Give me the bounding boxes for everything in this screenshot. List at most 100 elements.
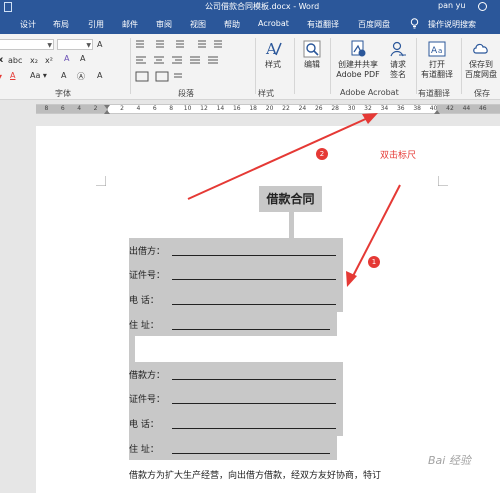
- tab-acrobat[interactable]: Acrobat: [258, 19, 289, 28]
- selection-connector: [129, 336, 135, 362]
- enclose-char-icon[interactable]: Ⓐ: [77, 71, 85, 82]
- user-name[interactable]: pan yu: [438, 1, 465, 10]
- selection-connector: [289, 212, 294, 238]
- step-badge-2: 2: [316, 148, 328, 160]
- ruler-number: 34: [380, 105, 389, 112]
- lender-selection-tail: [129, 312, 337, 336]
- crop-mark-right: [438, 176, 448, 186]
- clear-format-icon[interactable]: A: [80, 54, 85, 63]
- account-icon[interactable]: [478, 2, 487, 11]
- create-share-pdf-button[interactable]: 创建并共享 Adobe PDF: [333, 40, 383, 80]
- ribbon-tab-bar: 设计 布局 引用 邮件 审阅 视图 帮助 Acrobat 有道翻译 百度网盘 操…: [0, 14, 500, 34]
- ruler-number: 8: [44, 105, 49, 112]
- title-bar: 公司借款合同模板.docx - Word pan yu: [0, 0, 500, 14]
- tab-help[interactable]: 帮助: [224, 19, 240, 30]
- lender-phone-label[interactable]: 电 话：: [129, 293, 159, 307]
- ruler-strip[interactable]: 8 6 4 2 2 4 6 8 10 12 14 16 18 20 22 24 26 28 30 32 34 36 38 40…: [36, 104, 500, 114]
- horizontal-ruler[interactable]: 8 6 4 2 2 4 6 8 10 12 14 16 18 20 22 24 26 28 30 32 34 36 38 40…: [0, 100, 500, 120]
- lender-address-label[interactable]: 住 址：: [129, 318, 159, 332]
- styles-button-label: 样式: [265, 60, 281, 69]
- request-signature-button[interactable]: 请求 签名: [385, 40, 411, 80]
- ruler-number: 2: [120, 105, 124, 112]
- tab-layout[interactable]: 布局: [53, 19, 69, 30]
- field-underline: [172, 453, 330, 454]
- word-window: 公司借款合同模板.docx - Word pan yu 设计 布局 引用 邮件 …: [0, 0, 500, 493]
- highlight-icon[interactable]: ▾: [0, 72, 2, 81]
- separator: [330, 38, 331, 94]
- borrower-selection-tail: [129, 436, 337, 460]
- lender-field-label[interactable]: 出借方：: [129, 244, 165, 258]
- ruler-number: 24: [298, 105, 307, 112]
- borrower-field-label[interactable]: 借款方：: [129, 368, 165, 382]
- tab-review[interactable]: 审阅: [156, 19, 172, 30]
- ruler-number: 36: [396, 105, 405, 112]
- superscript-icon[interactable]: x²: [45, 56, 53, 65]
- save-to-baidu-button[interactable]: 保存到 百度网盘: [463, 40, 499, 80]
- tab-youdao[interactable]: 有道翻译: [307, 19, 339, 30]
- styles-button[interactable]: A 样式: [260, 40, 286, 70]
- field-underline: [172, 255, 336, 256]
- ruler-number: 28: [331, 105, 339, 112]
- borrower-address-label[interactable]: 住 址：: [129, 442, 159, 456]
- field-underline: [172, 428, 336, 429]
- ruler-number: 14: [216, 105, 225, 112]
- left-indent-marker[interactable]: [104, 110, 110, 114]
- ruler-number: 16: [232, 105, 241, 112]
- create-share-label-1: 创建并共享: [338, 60, 378, 69]
- acrobat-group-label: Adobe Acrobat: [340, 88, 399, 97]
- field-underline: [172, 329, 330, 330]
- ruler-number: 4: [136, 105, 141, 112]
- pdf-share-icon: [351, 40, 366, 57]
- tab-mailings[interactable]: 邮件: [122, 19, 138, 30]
- lender-id-label[interactable]: 证件号：: [129, 268, 165, 282]
- crop-mark-left: [96, 176, 106, 186]
- first-line-indent-marker[interactable]: [104, 105, 110, 109]
- borrower-id-label[interactable]: 证件号：: [129, 392, 165, 406]
- signature-icon: [390, 41, 406, 57]
- tab-design[interactable]: 设计: [20, 19, 36, 30]
- ruler-number: 12: [200, 105, 208, 112]
- text-effects-icon[interactable]: A: [64, 54, 69, 63]
- bold-icon[interactable]: x: [0, 55, 3, 64]
- tell-me-search[interactable]: 操作说明搜索: [428, 19, 476, 30]
- underline-icon[interactable]: abc: [8, 56, 22, 65]
- field-underline: [172, 304, 336, 305]
- tab-references[interactable]: 引用: [88, 19, 104, 30]
- ruler-number: 26: [314, 105, 323, 112]
- borrower-phone-label[interactable]: 电 话：: [129, 417, 159, 431]
- ruler-number: 32: [364, 105, 372, 112]
- ruler-number: 20: [265, 105, 274, 112]
- field-underline: [172, 379, 336, 380]
- annotation-label: 双击标尺: [380, 151, 417, 161]
- save-baidu-label-2: 百度网盘: [465, 70, 497, 79]
- ruler-number: 22: [282, 105, 290, 112]
- separator: [130, 38, 131, 94]
- svg-text:a: a: [438, 47, 442, 55]
- font-group-label: 字体: [55, 89, 71, 98]
- ribbon: ▼ ▼ A x abc x₂ x² A A ▾ A Aa ▾ A Ⓐ A 字体: [0, 34, 500, 100]
- char-shading-icon[interactable]: A: [61, 71, 66, 80]
- separator: [255, 38, 256, 94]
- ruler-number: 10: [183, 105, 192, 112]
- document-icon[interactable]: [4, 2, 12, 12]
- font-name-dropdown[interactable]: ▼: [0, 39, 54, 50]
- phonetic-icon[interactable]: A: [97, 71, 102, 80]
- contract-title[interactable]: 借款合同: [259, 186, 322, 212]
- edit-button[interactable]: 编辑: [300, 40, 324, 70]
- tab-baidu[interactable]: 百度网盘: [358, 19, 390, 30]
- watermark: Bai 经验: [428, 454, 471, 467]
- font-size-dropdown[interactable]: ▼: [57, 39, 93, 50]
- open-youdao-button[interactable]: A a 打开 有道翻译: [418, 40, 456, 80]
- right-indent-marker[interactable]: [434, 110, 440, 114]
- ruler-number: 42: [446, 105, 454, 112]
- font-color-icon[interactable]: A: [10, 71, 15, 80]
- subscript-icon[interactable]: x₂: [30, 56, 38, 65]
- paragraph-tools-icon[interactable]: [134, 38, 258, 84]
- grow-font-icon[interactable]: A: [97, 40, 102, 49]
- magnifier-icon: [303, 40, 321, 58]
- ruler-number: 4: [77, 105, 82, 112]
- body-paragraph[interactable]: 借款方为扩大生产经营，向出借方借款，经双方友好协商，特订: [129, 468, 381, 481]
- change-case-icon[interactable]: Aa ▾: [30, 71, 47, 80]
- tab-view[interactable]: 视图: [190, 19, 206, 30]
- ruler-number: 30: [347, 105, 356, 112]
